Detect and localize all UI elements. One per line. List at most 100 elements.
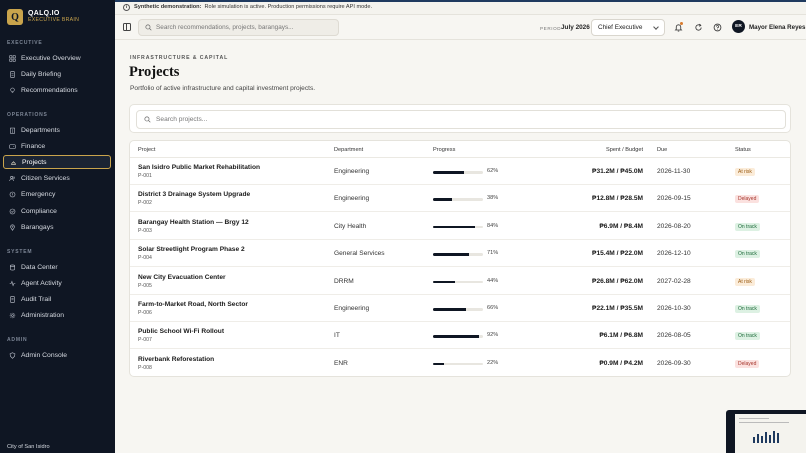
project-department: General Services — [334, 250, 385, 258]
sidebar-item-label: Recommendations — [21, 86, 78, 94]
table-row[interactable]: Solar Streetlight Program Phase 2 P-004 Ge… — [130, 240, 790, 268]
table-row[interactable]: Public School Wi-Fi Rollout P-007 IT 92% ₱6.… — [130, 322, 790, 350]
project-name[interactable]: Barangay Health Station — Brgy 12 — [138, 219, 249, 226]
chevron-down-icon — [653, 24, 659, 30]
project-name[interactable]: Riverbank Reforestation — [138, 356, 214, 363]
role-select[interactable]: Chief Executive — [591, 19, 665, 36]
project-department: Engineering — [334, 168, 370, 175]
project-department: City Health — [334, 222, 367, 230]
refresh-icon[interactable] — [693, 22, 703, 32]
banner-accent-line — [115, 0, 806, 2]
progress-bar — [433, 362, 483, 366]
column-header-project[interactable]: Project — [138, 147, 155, 153]
progress-percent: 92% — [487, 332, 499, 339]
brand[interactable]: Q QALQ.IO EXECUTIVE BRAIN — [7, 9, 79, 25]
hardhat-icon — [9, 158, 17, 166]
column-header-department[interactable]: Department — [334, 147, 363, 153]
project-name[interactable]: District 3 Drainage System Upgrade — [138, 191, 250, 198]
project-department: Engineering — [334, 195, 370, 203]
progress-bar — [433, 253, 483, 256]
sidebar-item-label: Departments — [21, 126, 60, 134]
column-header-progress[interactable]: Progress — [433, 147, 455, 153]
project-id: P-007 — [138, 337, 152, 344]
project-id: P-004 — [138, 255, 152, 262]
sidebar-item-projects[interactable]: Projects — [3, 155, 111, 170]
project-search-card: Search projects... — [129, 104, 791, 133]
due-date: 2027-02-28 — [657, 277, 691, 285]
sidebar-item-recommendations[interactable]: Recommendations — [3, 83, 111, 97]
table-row[interactable]: Riverbank Reforestation P-008 ENR 22% ₱0.9M … — [130, 350, 790, 376]
spent-budget: ₱15.4M / ₱22.0M — [592, 250, 643, 258]
brand-logo: Q — [7, 9, 23, 25]
sidebar-item-data-center[interactable]: Data Center — [3, 260, 111, 274]
project-name[interactable]: Solar Streetlight Program Phase 2 — [138, 246, 245, 253]
sidebar-section-admin: ADMIN — [7, 337, 28, 343]
page-subtitle: Portfolio of active infrastructure and c… — [130, 85, 316, 92]
sidebar-item-agent-activity[interactable]: Agent Activity — [3, 276, 111, 290]
sidebar-toggle-icon[interactable] — [123, 23, 131, 31]
sidebar-item-label: Citizen Services — [21, 175, 70, 183]
notifications-bell-icon[interactable] — [673, 22, 683, 32]
spent-budget: ₱0.9M / ₱4.2M — [599, 359, 643, 367]
sidebar-item-emergency[interactable]: Emergency — [3, 188, 111, 202]
column-header-spent-budget[interactable]: Spent / Budget — [606, 147, 643, 153]
project-name[interactable]: San Isidro Public Market Rehabilitation — [138, 164, 260, 171]
progress-percent: 66% — [487, 305, 499, 311]
table-row[interactable]: Farm-to-Market Road, North Sector P-006 En… — [130, 295, 790, 322]
column-header-due[interactable]: Due — [657, 147, 667, 153]
role-select-value: Chief Executive — [598, 24, 643, 31]
status-badge: On track — [735, 305, 760, 313]
preview-thumbnail[interactable] — [726, 410, 806, 453]
sidebar-item-departments[interactable]: Departments — [3, 123, 111, 137]
table-header: Project Department Progress Spent / Budg… — [130, 141, 790, 158]
status-badge: On track — [735, 332, 760, 341]
sidebar-item-label: Audit Trail — [21, 295, 52, 303]
sidebar-item-administration[interactable]: Administration — [3, 309, 111, 323]
due-date: 2026-12-10 — [657, 250, 691, 258]
sidebar-item-label: Compliance — [21, 207, 57, 215]
search-icon — [144, 116, 151, 123]
table-row[interactable]: Barangay Health Station — Brgy 12 P-003 Ci… — [130, 213, 790, 240]
sidebar-item-citizen-services[interactable]: Citizen Services — [3, 172, 111, 186]
table-row[interactable]: District 3 Drainage System Upgrade P-002 E… — [130, 185, 790, 213]
project-id: P-006 — [138, 310, 152, 316]
avatar[interactable]: ER — [732, 20, 745, 33]
page-title: Projects — [129, 64, 180, 80]
sidebar-item-finance[interactable]: Finance — [3, 139, 111, 153]
global-search-input[interactable]: Search recommendations, projects, barang… — [138, 19, 339, 36]
user-name[interactable]: Mayor Elena Reyes — [749, 24, 805, 31]
project-department: ENR — [334, 359, 348, 367]
table-row[interactable]: New City Evacuation Center P-005 DRRM 44% ₱2… — [130, 268, 790, 295]
progress-bar — [433, 171, 483, 174]
column-header-status[interactable]: Status — [735, 147, 751, 153]
project-name[interactable]: New City Evacuation Center — [138, 274, 226, 281]
spent-budget: ₱12.8M / ₱28.5M — [592, 195, 643, 203]
sidebar-item-admin-console[interactable]: Admin Console — [3, 348, 111, 362]
progress-bar-fill — [433, 362, 444, 366]
page-eyebrow: INFRASTRUCTURE & CAPITAL — [130, 55, 229, 61]
period-value[interactable]: July 2026 — [561, 24, 590, 31]
help-icon[interactable] — [712, 22, 722, 32]
status-badge: At risk — [735, 168, 755, 176]
shield-icon — [8, 351, 16, 359]
progress-bar-fill — [433, 253, 469, 256]
project-search-input[interactable]: Search projects... — [136, 110, 786, 129]
spent-budget: ₱6.9M / ₱8.4M — [599, 222, 643, 230]
progress-percent: 44% — [487, 277, 499, 284]
status-badge: On track — [735, 250, 760, 259]
project-name[interactable]: Farm-to-Market Road, North Sector — [138, 301, 248, 308]
progress-bar-fill — [433, 171, 464, 174]
document-icon — [8, 70, 16, 78]
spent-budget: ₱6.1M / ₱6.8M — [599, 332, 643, 340]
project-name[interactable]: Public School Wi-Fi Rollout — [138, 328, 224, 335]
sidebar-item-executive-overview[interactable]: Executive Overview — [3, 51, 111, 65]
sidebar-section-operations: OPERATIONS — [7, 112, 48, 118]
sidebar-item-daily-briefing[interactable]: Daily Briefing — [3, 67, 111, 81]
sidebar-item-barangays[interactable]: Barangays — [3, 220, 111, 234]
spent-budget: ₱26.8M / ₱62.0M — [592, 277, 643, 285]
progress-bar-fill — [433, 225, 475, 229]
building-icon — [8, 126, 16, 134]
table-row[interactable]: San Isidro Public Market Rehabilitation P… — [130, 158, 790, 185]
sidebar-item-audit-trail[interactable]: Audit Trail — [3, 292, 111, 306]
sidebar-item-compliance[interactable]: Compliance — [3, 204, 111, 218]
